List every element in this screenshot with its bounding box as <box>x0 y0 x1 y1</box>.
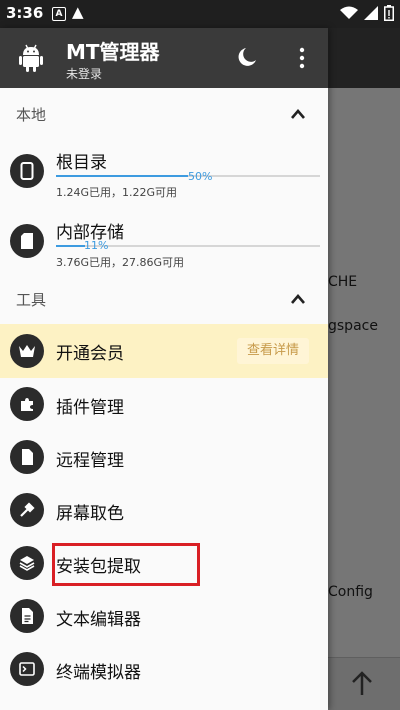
highlight-box <box>52 543 200 586</box>
text-file-icon <box>10 599 44 633</box>
warning-icon: ▲ <box>72 3 84 21</box>
tool-label: 远程管理 <box>56 451 124 471</box>
layers-icon <box>10 546 44 580</box>
tool-label: 插件管理 <box>56 398 124 418</box>
arrow-up-icon[interactable] <box>350 670 374 698</box>
terminal-icon <box>10 652 44 686</box>
login-status[interactable]: 未登录 <box>66 65 102 82</box>
storage-item-root[interactable]: 根目录 50% 1.24G已用，1.22G可用 <box>0 148 328 199</box>
phone-icon <box>10 154 44 188</box>
app-title: MT管理器 <box>66 40 160 64</box>
tool-item-text-editor[interactable]: 文本编辑器 <box>0 590 328 642</box>
background-item-text: Config <box>328 584 373 600</box>
puzzle-icon <box>10 387 44 421</box>
vip-label: 开通会员 <box>56 344 124 364</box>
tool-item-remote-manager[interactable]: 远程管理 <box>0 431 328 483</box>
crown-icon <box>10 334 44 368</box>
section-tools-label: 工具 <box>16 291 47 309</box>
tool-item-plugin-manager[interactable]: 插件管理 <box>0 378 328 430</box>
tool-label: 文本编辑器 <box>56 610 141 630</box>
section-local-label: 本地 <box>16 106 47 124</box>
background-file-list: CHE gspace Config <box>328 28 400 710</box>
chevron-up-icon[interactable] <box>290 293 306 305</box>
document-icon <box>10 440 44 474</box>
more-options-icon[interactable] <box>296 46 308 70</box>
storage-usage: 3.76G已用，27.86G可用 <box>56 256 185 269</box>
storage-percent: 50% <box>188 170 213 183</box>
vip-item[interactable]: 开通会员 查看详情 <box>0 324 328 378</box>
eyedropper-icon <box>10 493 44 527</box>
tool-label: 终端模拟器 <box>56 663 141 683</box>
battery-icon <box>384 5 394 21</box>
storage-item-internal[interactable]: 内部存储 11% 3.76G已用，27.86G可用 <box>0 218 328 269</box>
storage-label: 根目录 <box>56 153 107 173</box>
status-bar: 3:36 A ▲ <box>0 0 400 28</box>
status-icons <box>340 5 394 21</box>
chevron-up-icon[interactable] <box>290 108 306 120</box>
background-item-text: CHE <box>328 274 358 290</box>
sd-card-icon <box>10 224 44 258</box>
android-logo-icon <box>19 44 43 72</box>
drawer-header: MT管理器 未登录 <box>0 28 328 88</box>
storage-usage: 1.24G已用，1.22G可用 <box>56 186 178 199</box>
tool-item-color-picker[interactable]: 屏幕取色 <box>0 484 328 536</box>
background-bottom-bar <box>328 657 400 710</box>
status-time: 3:36 <box>6 4 44 22</box>
tool-item-terminal[interactable]: 终端模拟器 <box>0 643 328 695</box>
navigation-drawer: MT管理器 未登录 本地 根目录 50% 1.24G已用，1.22G可用 内部存… <box>0 28 328 710</box>
notification-a-icon: A <box>52 7 66 21</box>
wifi-icon <box>340 6 358 19</box>
tool-label: 屏幕取色 <box>56 504 124 524</box>
storage-progress-fill <box>56 175 188 177</box>
night-mode-icon[interactable] <box>236 46 258 68</box>
background-item-text: gspace <box>328 318 378 334</box>
view-details-button[interactable]: 查看详情 <box>237 338 309 364</box>
signal-icon <box>364 6 378 20</box>
storage-progress-fill <box>56 245 86 247</box>
storage-percent: 11% <box>84 239 109 252</box>
background-toolbar <box>328 28 400 88</box>
